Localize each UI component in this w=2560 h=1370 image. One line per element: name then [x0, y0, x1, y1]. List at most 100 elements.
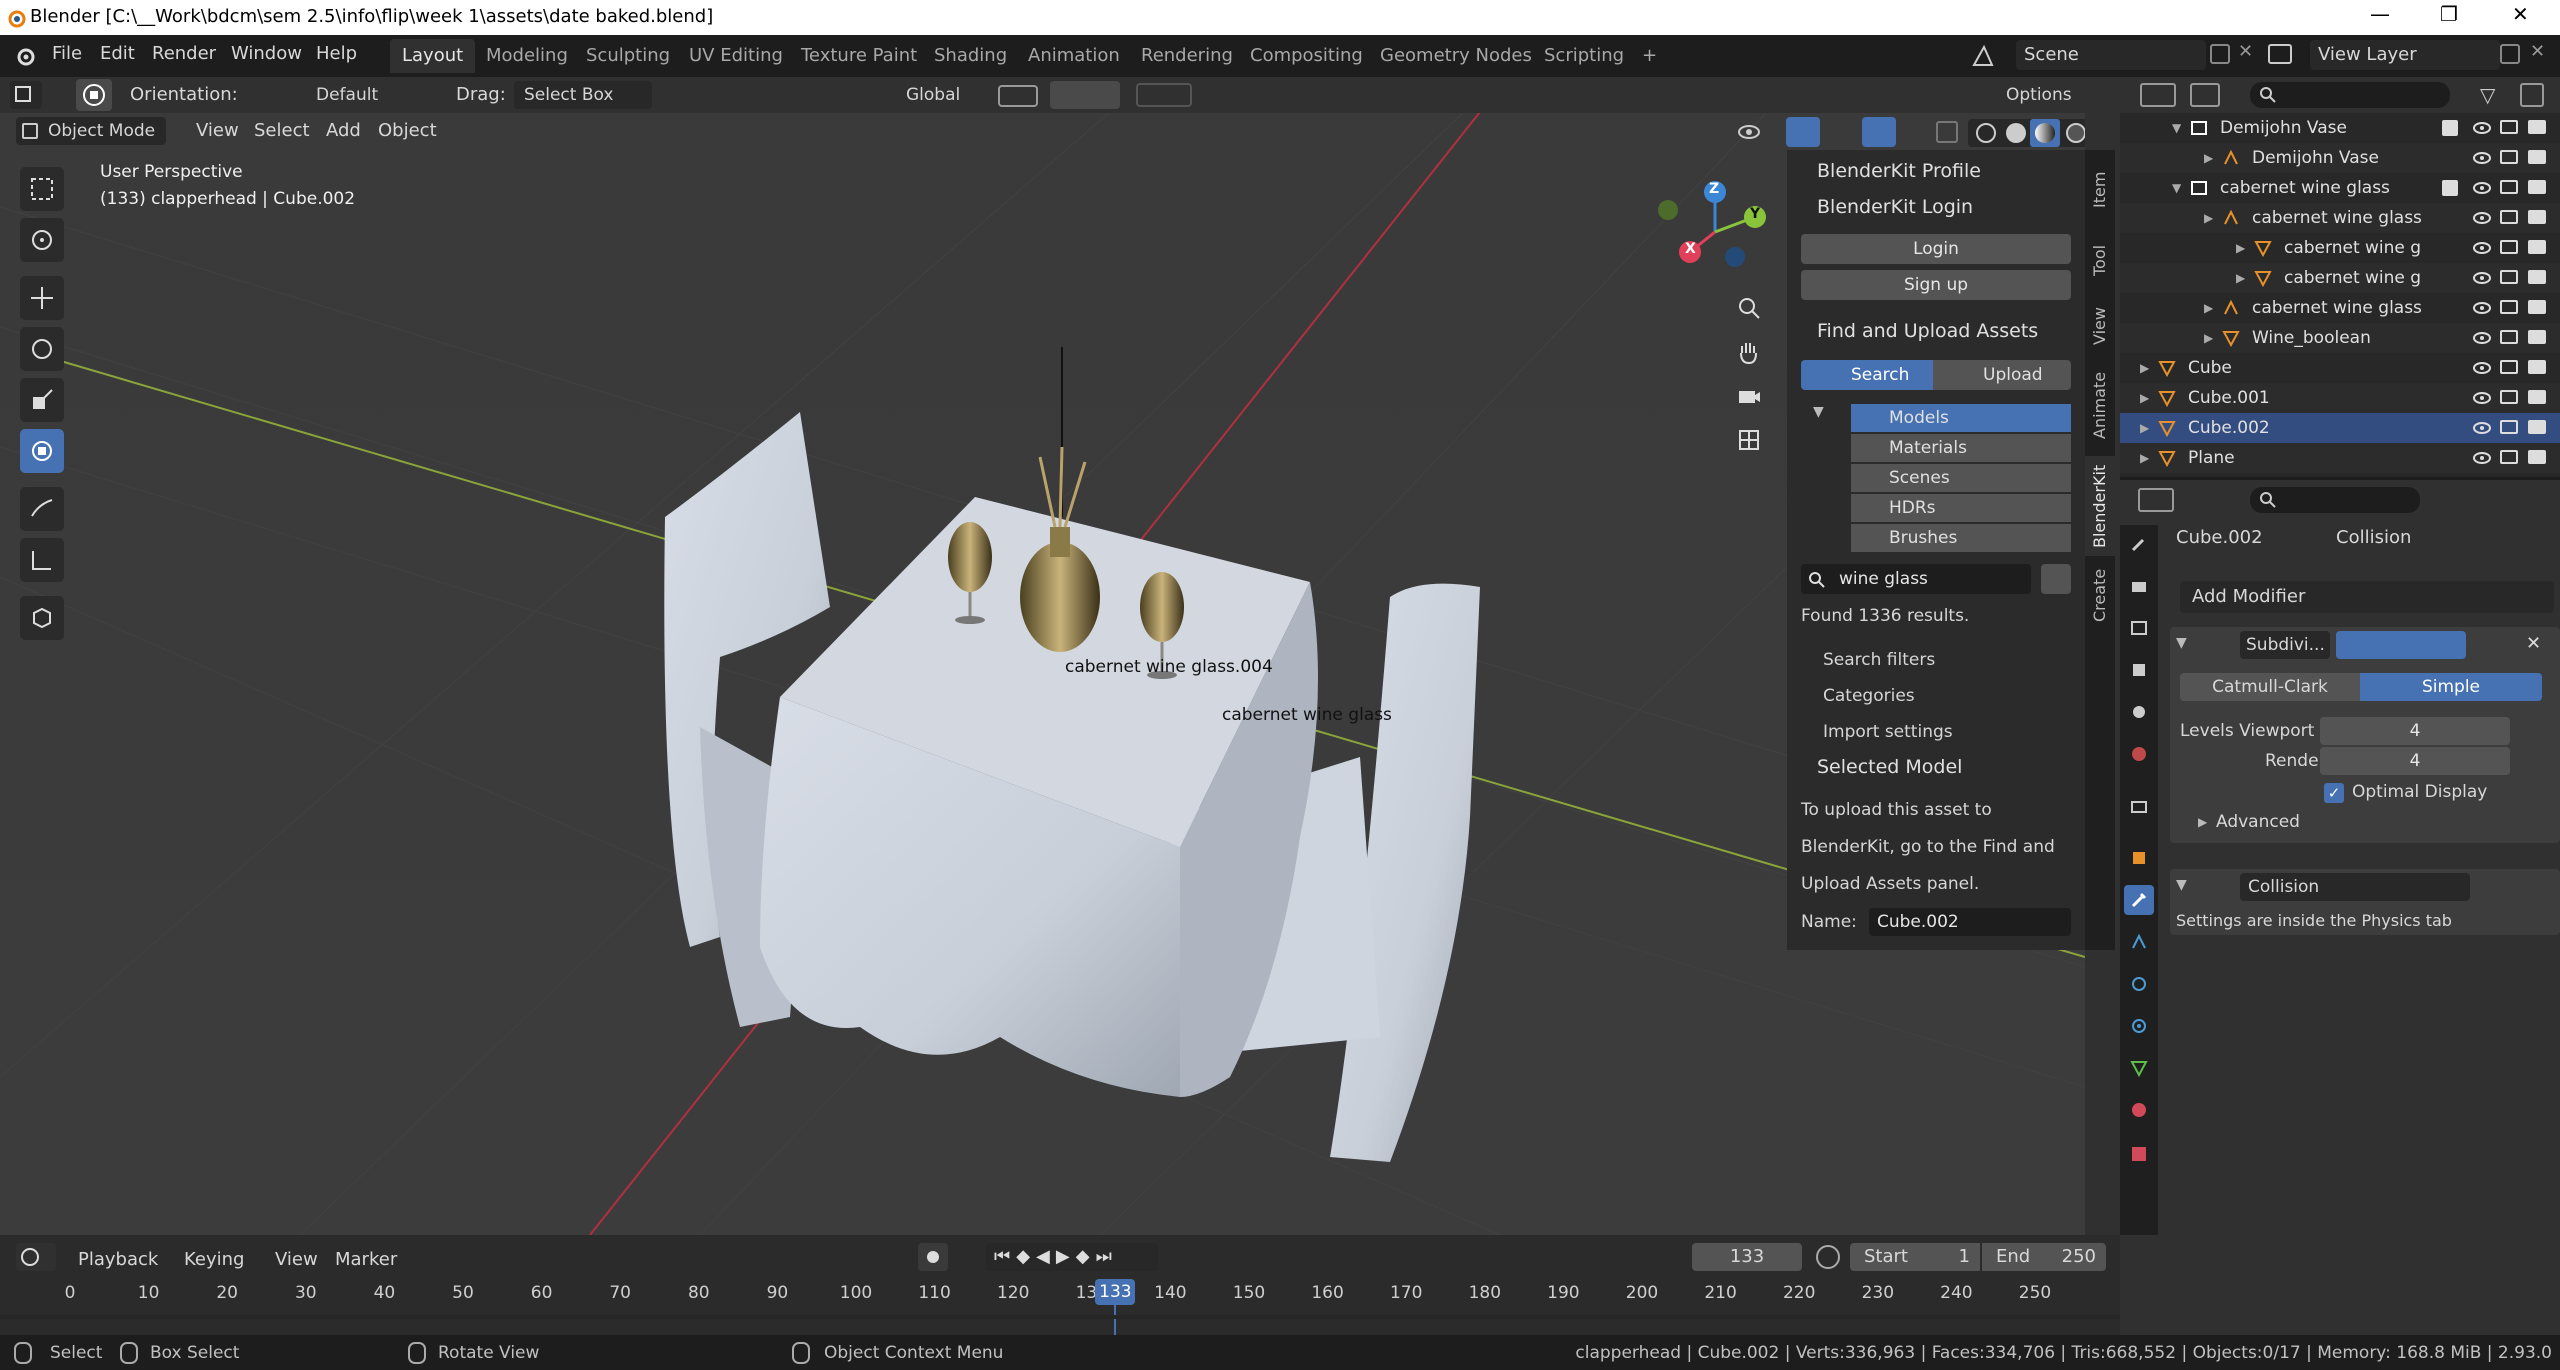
category-brushes[interactable]: Brushes — [1851, 524, 2071, 552]
outliner-row[interactable]: ▼ cabernet wine glass — [2120, 173, 2560, 203]
outliner-row[interactable]: ▶ cabernet wine glass — [2120, 203, 2560, 233]
timeline-scrollbar[interactable] — [0, 1315, 2120, 1319]
render-visibility-icon[interactable] — [2528, 420, 2546, 434]
outliner-row[interactable]: ▶ Demijohn Vase — [2120, 143, 2560, 173]
viewport-menu-select[interactable]: Select — [254, 120, 310, 141]
particles-properties-icon[interactable] — [2124, 927, 2154, 957]
tab-compositing[interactable]: Compositing — [1238, 39, 1375, 73]
viewport-visibility-icon[interactable] — [2500, 420, 2518, 434]
scene-selector[interactable]: Scene — [2016, 40, 2206, 70]
optimal-display-checkbox[interactable]: ✓ — [2324, 783, 2344, 803]
name-field[interactable]: Cube.002 — [1869, 908, 2071, 936]
add-modifier-dropdown[interactable]: Add Modifier — [2180, 581, 2554, 613]
zoom-icon[interactable] — [1736, 295, 1762, 321]
advanced-collapse-icon[interactable]: ▶ — [2198, 815, 2207, 829]
tab-sculpting[interactable]: Sculpting — [574, 39, 682, 73]
category-hdrs[interactable]: HDRs — [1851, 494, 2071, 522]
outliner-search-input[interactable] — [2250, 82, 2450, 108]
add-workspace-button[interactable]: + — [1630, 39, 1669, 73]
menu-file[interactable]: File — [52, 43, 82, 64]
render-visibility-icon[interactable] — [2528, 180, 2546, 194]
xray-icon[interactable] — [1936, 121, 1958, 143]
expand-arrow-icon[interactable]: ▶ — [2140, 413, 2149, 443]
tab-item[interactable]: Item — [2085, 160, 2115, 220]
object-mode-dropdown[interactable]: Object Mode — [16, 117, 166, 145]
category-collapse-icon[interactable]: ▼ — [1813, 404, 1824, 420]
constraints-properties-icon[interactable] — [2124, 1011, 2154, 1041]
expand-arrow-icon[interactable]: ▶ — [2140, 443, 2149, 473]
eye-icon[interactable] — [2472, 268, 2492, 288]
viewport-visibility-icon[interactable] — [2500, 150, 2518, 164]
3d-viewport[interactable]: Object Mode View Select Add Object User … — [0, 77, 2085, 1235]
outliner-row[interactable]: ▼ Demijohn Vase — [2120, 113, 2560, 143]
tab-tool[interactable]: Tool — [2085, 230, 2115, 290]
pivot-point-icon[interactable] — [998, 85, 1038, 107]
catmull-clark-option[interactable]: Catmull-Clark — [2180, 673, 2360, 701]
expand-arrow-icon[interactable]: ▶ — [2204, 143, 2213, 173]
tab-animation[interactable]: Animation — [1016, 39, 1132, 73]
viewport-visibility-icon[interactable] — [2500, 360, 2518, 374]
render-visibility-icon[interactable] — [2528, 120, 2546, 134]
section-find-upload[interactable]: Find and Upload Assets — [1787, 314, 2085, 348]
rendered-shading-icon[interactable] — [2066, 123, 2085, 143]
viewport-visibility-icon[interactable] — [2500, 330, 2518, 344]
subdiv-remove-icon[interactable]: ✕ — [2526, 633, 2541, 654]
close-button[interactable]: ✕ — [2512, 2, 2529, 26]
tab-blenderkit[interactable]: BlenderKit — [2085, 456, 2115, 556]
modifier-properties-icon[interactable] — [2124, 885, 2154, 915]
tab-texture-paint[interactable]: Texture Paint — [789, 39, 929, 73]
viewport-menu-view[interactable]: View — [196, 120, 239, 141]
eye-icon[interactable] — [2472, 358, 2492, 378]
cursor-tool-icon[interactable] — [20, 218, 64, 262]
new-view-layer-icon[interactable] — [2500, 44, 2520, 64]
maximize-button[interactable]: ❐ — [2440, 2, 2458, 26]
search-options-icon[interactable] — [2041, 564, 2071, 594]
add-cube-tool-icon[interactable] — [20, 596, 64, 640]
advanced-toggle[interactable]: Advanced — [2216, 812, 2300, 832]
tab-rendering[interactable]: Rendering — [1129, 39, 1245, 73]
expand-arrow-icon[interactable]: ▶ — [2204, 203, 2213, 233]
material-properties-icon[interactable] — [2124, 1095, 2154, 1125]
subdiv-name-field[interactable]: Subdivi... — [2240, 631, 2330, 659]
outliner-row[interactable]: ▶ Cube.002 — [2120, 413, 2560, 443]
snap-toggle-icon[interactable] — [1050, 81, 1120, 109]
tab-modeling[interactable]: Modeling — [474, 39, 580, 73]
scale-tool-icon[interactable] — [20, 378, 64, 422]
camera-view-icon[interactable] — [1736, 383, 1762, 409]
timeline-ruler[interactable]: 0 10 20 30 40 50 60 70 80 90 100 110 120 130 140 150 160… — [0, 1235, 2120, 1335]
viewport-visibility-icon[interactable] — [2500, 300, 2518, 314]
tab-scripting[interactable]: Scripting — [1532, 39, 1636, 73]
render-visibility-icon[interactable] — [2528, 240, 2546, 254]
outliner-row[interactable]: ▶ cabernet wine glass — [2120, 293, 2560, 323]
outliner-row[interactable]: ▶ Wine_boolean — [2120, 323, 2560, 353]
scene-properties-icon[interactable] — [2124, 697, 2154, 727]
eye-icon[interactable] — [2472, 328, 2492, 348]
eye-icon[interactable] — [2472, 418, 2492, 438]
category-scenes[interactable]: Scenes — [1851, 464, 2071, 492]
proportional-edit-icon[interactable] — [1136, 83, 1192, 107]
import-settings-toggle[interactable]: Import settings — [1823, 722, 1953, 742]
expand-arrow-icon[interactable]: ▶ — [2140, 353, 2149, 383]
tab-geometry-nodes[interactable]: Geometry Nodes — [1368, 39, 1544, 73]
texture-properties-icon[interactable] — [2124, 1139, 2154, 1169]
viewport-visibility-icon[interactable] — [2500, 210, 2518, 224]
outliner-row[interactable]: ▶ Plane — [2120, 443, 2560, 473]
eye-icon[interactable] — [2472, 118, 2492, 138]
visibility-icon[interactable] — [1736, 119, 1762, 145]
tab-create[interactable]: Create — [2085, 560, 2115, 630]
render-visibility-icon[interactable] — [2528, 360, 2546, 374]
new-scene-icon[interactable] — [2210, 44, 2230, 64]
editor-type-icon[interactable] — [10, 81, 42, 109]
menu-edit[interactable]: Edit — [100, 43, 135, 64]
orientation-dropdown[interactable]: Default — [280, 81, 424, 109]
eye-icon[interactable] — [2472, 448, 2492, 468]
expand-arrow-icon[interactable]: ▶ — [2236, 233, 2245, 263]
eye-icon[interactable] — [2472, 208, 2492, 228]
output-properties-icon[interactable] — [2124, 613, 2154, 643]
collision-name-field[interactable]: Collision — [2240, 873, 2470, 901]
category-models[interactable]: Models — [1851, 404, 2071, 432]
expand-arrow-icon[interactable]: ▶ — [2236, 263, 2245, 293]
move-tool-icon[interactable] — [20, 276, 64, 320]
viewport-visibility-icon[interactable] — [2500, 120, 2518, 134]
tab-layout[interactable]: Layout — [390, 39, 476, 73]
